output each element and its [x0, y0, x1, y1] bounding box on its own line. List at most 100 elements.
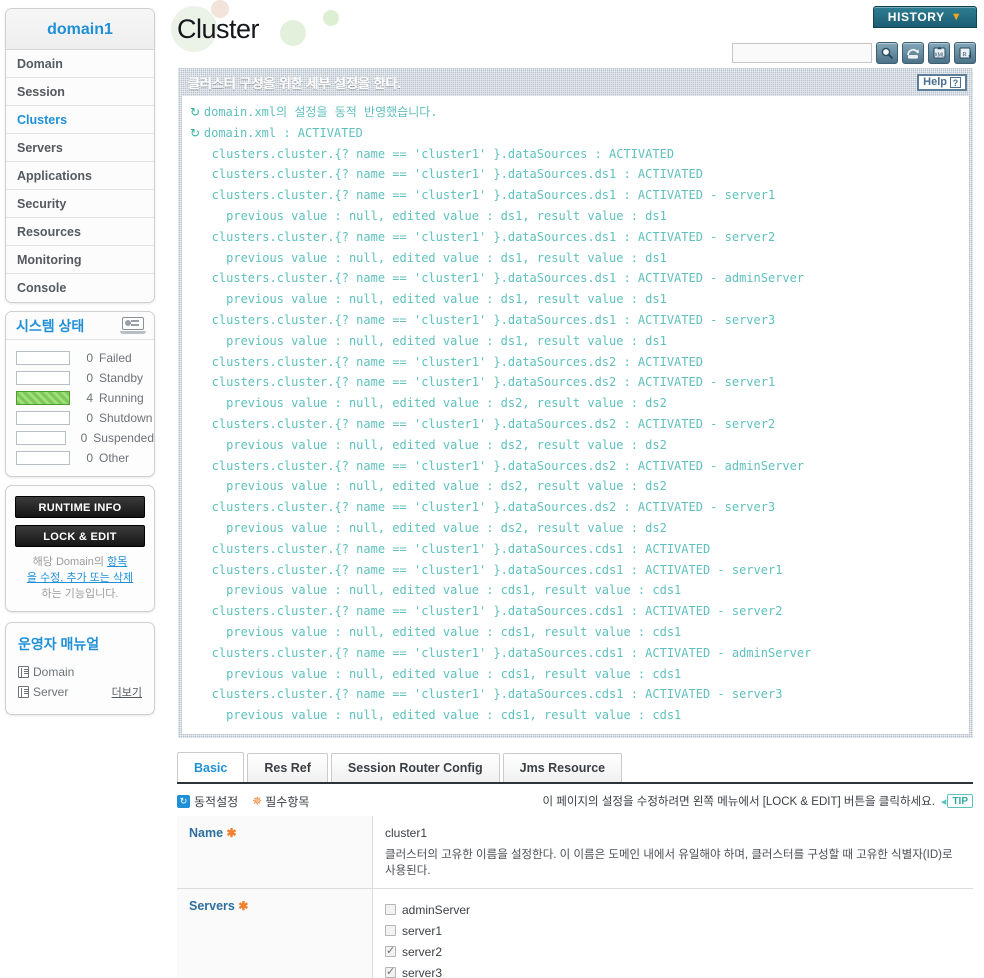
sidebar-item-resources[interactable]: Resources: [6, 218, 154, 246]
operator-manual-card: 운영자 매뉴얼 Domain Server 더보기: [5, 622, 155, 715]
checkbox-row[interactable]: server3: [385, 962, 965, 978]
action-desc-prefix: 해당 Domain의: [32, 556, 108, 568]
log-line: previous value : null, edited value : ds…: [190, 331, 969, 352]
log-output[interactable]: ↻ domain.xml의 설정을 동적 반영했습니다. ↻ domain.xml…: [182, 96, 969, 734]
refresh-icon[interactable]: [902, 42, 924, 64]
sidebar-item-console[interactable]: Console: [6, 274, 154, 302]
log-line-text: clusters.cluster.{? name == 'cluster1' }…: [190, 167, 703, 182]
asterisk-icon: ✱: [238, 899, 249, 913]
status-count: 0: [80, 431, 88, 445]
status-bar: [16, 431, 66, 445]
checkbox-server1[interactable]: [385, 925, 396, 936]
help-button[interactable]: Help ?: [917, 73, 967, 91]
tab-res-ref[interactable]: Res Ref: [247, 753, 328, 783]
lock-and-edit-button[interactable]: LOCK & EDIT: [15, 525, 145, 547]
sidebar-item-domain[interactable]: Domain: [6, 50, 154, 78]
checkbox-adminserver[interactable]: [385, 904, 396, 915]
legend-required-label: 필수항목: [265, 794, 310, 809]
system-status-card: 시스템 상태 0 Failed 0 Standby 4 Running 0 Shutdown 0…: [5, 311, 155, 477]
log-line: clusters.cluster.{? name == 'cluster1' }…: [190, 372, 969, 393]
action-desc-suffix: 하는 기능입니다.: [41, 588, 119, 600]
sidebar-item-session[interactable]: Session: [6, 78, 154, 106]
runtime-info-button[interactable]: RUNTIME INFO: [15, 496, 145, 518]
status-bar: [16, 411, 70, 425]
log-line-text: previous value : null, edited value : ds…: [190, 292, 667, 307]
log-line-text: clusters.cluster.{? name == 'cluster1' }…: [190, 416, 776, 431]
manual-item-domain[interactable]: Domain: [18, 662, 142, 682]
log-line: clusters.cluster.{? name == 'cluster1' }…: [190, 185, 969, 206]
system-status-header: 시스템 상태: [6, 312, 154, 340]
page-header: Cluster HISTORY ▼ XML R: [165, 0, 984, 64]
sidebar-actions-card: RUNTIME INFO LOCK & EDIT 해당 Domain의 항목을 …: [5, 485, 155, 612]
checkbox-server3[interactable]: [385, 965, 396, 978]
log-line: previous value : null, edited value : cd…: [190, 580, 969, 601]
form-row-label: Servers ✱: [177, 889, 373, 978]
report-export-icon[interactable]: R: [954, 42, 976, 64]
asterisk-icon: ✱: [226, 826, 237, 840]
log-line-text: previous value : null, edited value : ds…: [190, 333, 667, 348]
checkbox-row[interactable]: adminServer: [385, 899, 965, 920]
form-row-description: 클러스터의 고유한 이름을 설정한다. 이 이름은 도메인 내에서 유일해야 하…: [385, 849, 953, 877]
tip-badge-label: TIP: [947, 794, 973, 808]
xml-export-icon[interactable]: XML: [928, 42, 950, 64]
search-input[interactable]: [732, 43, 872, 63]
sidebar-item-label: Clusters: [17, 113, 68, 127]
checkbox-row[interactable]: server1: [385, 920, 965, 941]
log-line-text: previous value : null, edited value : ds…: [190, 208, 667, 223]
status-label: Shutdown: [99, 411, 153, 425]
log-line-text: previous value : null, edited value : ds…: [190, 479, 667, 494]
log-line-text: clusters.cluster.{? name == 'cluster1' }…: [190, 312, 776, 327]
checkbox-label: server2: [402, 944, 443, 959]
tab-label: Session Router Config: [347, 761, 483, 775]
sidebar-item-label: Console: [17, 281, 67, 295]
tab-session-router-config[interactable]: Session Router Config: [330, 753, 500, 783]
status-row: 4 Running: [6, 388, 154, 408]
page-title: Cluster: [177, 14, 260, 44]
log-panel: 클러스터 구성을 위한 세부 설정을 한다. Help ? ↻ domain.x…: [178, 68, 973, 738]
checkbox-row[interactable]: server2: [385, 941, 965, 962]
sidebar-item-label: Applications: [17, 169, 93, 183]
log-line-text: previous value : null, edited value : ds…: [190, 250, 667, 265]
sidebar-item-security[interactable]: Security: [6, 190, 154, 218]
form-row-value: cluster1 클러스터의 고유한 이름을 설정한다. 이 이름은 도메인 내에…: [373, 816, 973, 888]
status-label: Running: [99, 391, 144, 405]
status-row: 0 Standby: [6, 368, 154, 388]
log-line: clusters.cluster.{? name == 'cluster1' }…: [190, 497, 969, 518]
history-button[interactable]: HISTORY ▼: [873, 6, 977, 28]
sidebar-item-servers[interactable]: Servers: [6, 134, 154, 162]
log-panel-title: 클러스터 구성을 위한 세부 설정을 한다.: [188, 75, 402, 91]
legend-dynamic: ↻ 동적설정: [177, 793, 238, 810]
sidebar-item-clusters[interactable]: Clusters: [6, 106, 154, 134]
status-row: 0 Failed: [6, 348, 154, 368]
legend-note: 이 페이지의 설정을 수정하려면 왼쪽 메뉴에서 [LOCK & EDIT] 버…: [543, 793, 973, 809]
tip-badge[interactable]: ◂ TIP: [941, 794, 973, 808]
action-desc-link-1[interactable]: 항목: [107, 556, 127, 568]
status-bar: [16, 391, 70, 405]
checkbox-label: server1: [402, 923, 443, 938]
tab-underline: [177, 782, 973, 784]
sidebar-item-applications[interactable]: Applications: [6, 162, 154, 190]
log-line: previous value : null, edited value : ds…: [190, 393, 969, 414]
log-line: clusters.cluster.{? name == 'cluster1' }…: [190, 539, 969, 560]
tab-label: Res Ref: [264, 761, 311, 775]
log-line: previous value : null, edited value : ds…: [190, 206, 969, 227]
search-icon[interactable]: [876, 42, 898, 64]
refresh-small-icon: ↻: [190, 125, 204, 140]
manual-more-link[interactable]: 더보기: [112, 684, 142, 700]
domain-title: domain1: [6, 9, 154, 50]
log-line-text: previous value : null, edited value : ds…: [190, 520, 667, 535]
tab-jms-resource[interactable]: Jms Resource: [502, 753, 623, 783]
tab-label: Jms Resource: [519, 761, 606, 775]
log-line: clusters.cluster.{? name == 'cluster1' }…: [190, 414, 969, 435]
tab-basic[interactable]: Basic: [177, 752, 245, 783]
status-row: 0 Other: [6, 448, 154, 468]
status-count: 0: [86, 351, 93, 365]
sidebar-nav-card: domain1 Domain Session Clusters Servers Appl…: [5, 8, 155, 303]
laptop-icon[interactable]: [120, 317, 146, 334]
sidebar-item-monitoring[interactable]: Monitoring: [6, 246, 154, 274]
action-desc-link-2[interactable]: 을 수정, 추가 또는 삭제: [27, 572, 133, 584]
manual-item-server[interactable]: Server 더보기: [18, 682, 142, 702]
svg-text:R: R: [962, 52, 966, 58]
checkbox-server2[interactable]: [385, 944, 396, 957]
log-line-text: previous value : null, edited value : ds…: [190, 396, 667, 411]
